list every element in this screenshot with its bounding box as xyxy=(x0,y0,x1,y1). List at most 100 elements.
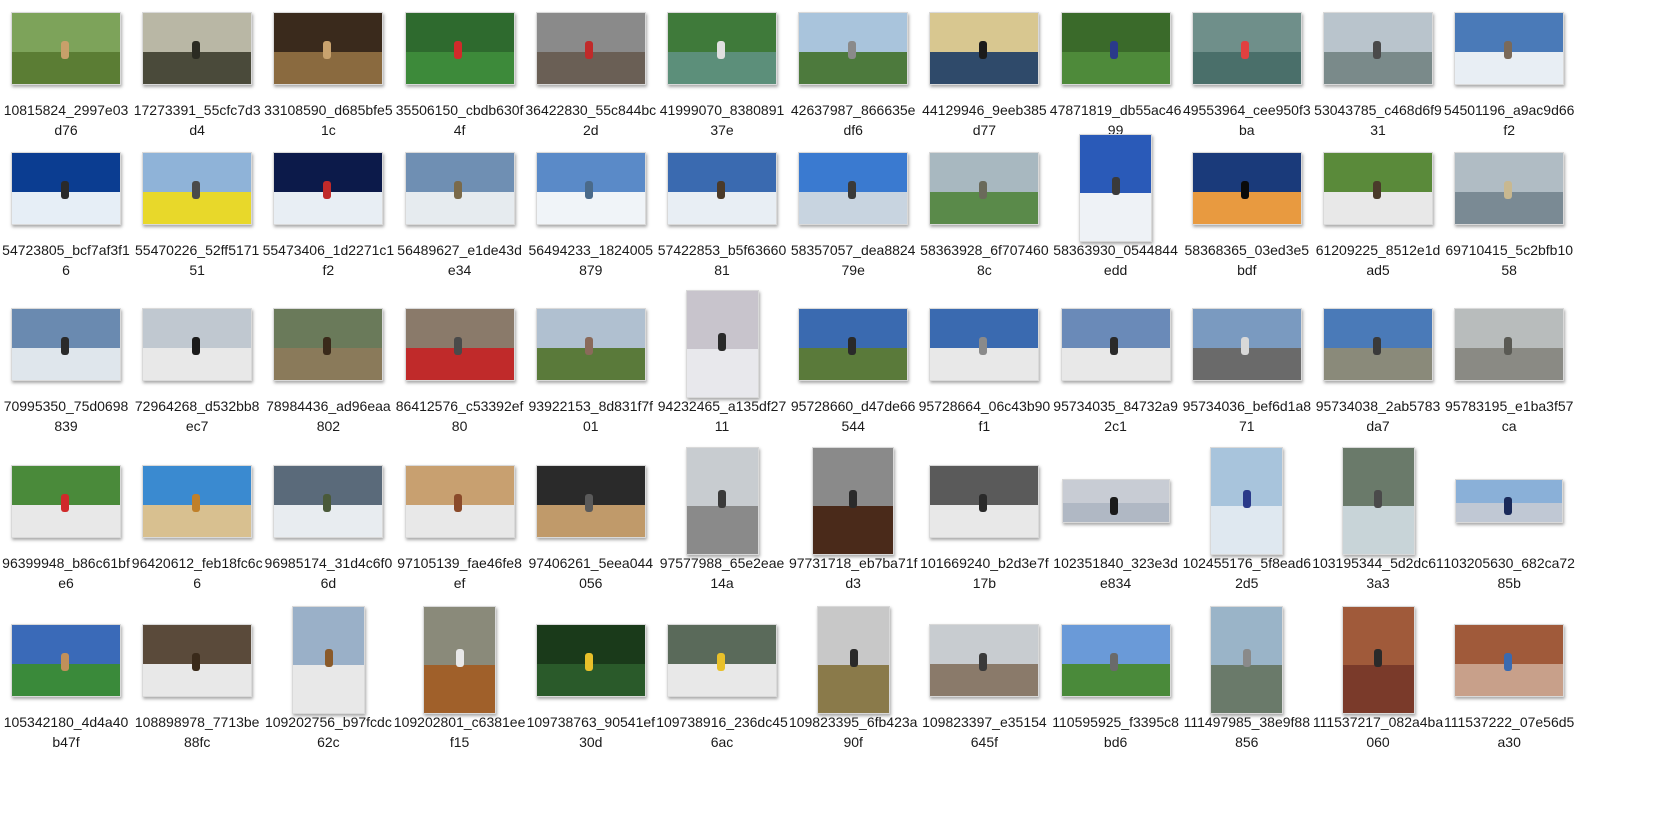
image-thumbnail[interactable] xyxy=(929,464,1040,538)
file-item[interactable]: 103195344_5d2dc613a3 xyxy=(1312,447,1444,613)
file-item[interactable]: 96399948_b86c61bfe6 xyxy=(0,453,132,613)
file-item[interactable]: 33108590_d685bfe51c xyxy=(262,0,394,160)
image-thumbnail[interactable] xyxy=(667,11,777,85)
image-thumbnail[interactable] xyxy=(142,464,253,538)
file-item[interactable]: 108898978_7713be88fc xyxy=(131,612,263,772)
image-thumbnail[interactable] xyxy=(1454,623,1565,697)
image-thumbnail[interactable] xyxy=(535,464,646,538)
file-item[interactable]: 57422853_b5f6366081 xyxy=(656,140,788,300)
file-item[interactable]: 109738916_236dc456ac xyxy=(656,612,788,772)
file-item[interactable]: 109202801_c6381eef15 xyxy=(394,606,526,772)
file-item[interactable]: 56489627_e1de43de34 xyxy=(394,140,526,300)
file-item[interactable]: 109738763_90541ef30d xyxy=(525,612,657,772)
file-item[interactable]: 95728660_d47de66544 xyxy=(787,296,919,456)
image-thumbnail[interactable] xyxy=(929,307,1040,381)
file-item[interactable]: 56494233_1824005879 xyxy=(525,140,657,300)
image-thumbnail[interactable] xyxy=(1454,151,1565,225)
image-thumbnail[interactable] xyxy=(404,464,515,538)
image-thumbnail[interactable] xyxy=(423,606,497,714)
image-thumbnail[interactable] xyxy=(1060,11,1171,85)
file-item[interactable]: 55470226_52ff517151 xyxy=(131,140,263,300)
image-thumbnail[interactable] xyxy=(1060,307,1171,381)
image-thumbnail[interactable] xyxy=(929,11,1040,85)
image-thumbnail[interactable] xyxy=(535,307,646,381)
image-thumbnail[interactable] xyxy=(291,606,365,714)
image-thumbnail[interactable] xyxy=(535,11,646,85)
image-thumbnail[interactable] xyxy=(798,11,909,85)
image-thumbnail[interactable] xyxy=(404,11,515,85)
image-thumbnail[interactable] xyxy=(1341,606,1415,714)
file-item[interactable]: 109202756_b97fcdc62c xyxy=(262,606,394,772)
image-thumbnail[interactable] xyxy=(273,11,384,85)
file-item[interactable]: 41999070_838089137e xyxy=(656,0,788,160)
file-item[interactable]: 86412576_c53392ef80 xyxy=(394,296,526,456)
image-thumbnail[interactable] xyxy=(404,307,515,381)
image-thumbnail[interactable] xyxy=(404,151,515,225)
file-item[interactable]: 49553964_cee950f3ba xyxy=(1181,0,1313,160)
image-thumbnail[interactable] xyxy=(1454,11,1565,85)
file-item[interactable]: 95734035_84732a92c1 xyxy=(1050,296,1182,456)
image-thumbnail[interactable] xyxy=(685,447,759,555)
image-thumbnail[interactable] xyxy=(273,464,384,538)
image-thumbnail[interactable] xyxy=(685,290,759,398)
image-thumbnail[interactable] xyxy=(142,623,253,697)
image-thumbnail[interactable] xyxy=(11,623,121,697)
image-thumbnail[interactable] xyxy=(142,307,253,381)
image-thumbnail[interactable] xyxy=(273,151,384,225)
image-thumbnail[interactable] xyxy=(1323,11,1433,85)
file-item[interactable]: 58363928_6f7074608c xyxy=(918,140,1050,300)
file-item[interactable]: 78984436_ad96eaa802 xyxy=(262,296,394,456)
file-item[interactable]: 96985174_31d4c6f06d xyxy=(262,453,394,613)
image-thumbnail[interactable] xyxy=(535,151,646,225)
file-item[interactable]: 94232465_a135df2711 xyxy=(656,290,788,456)
file-item[interactable]: 105342180_4d4a40b47f xyxy=(0,612,132,772)
file-item[interactable]: 58363930_0544844edd xyxy=(1050,134,1182,300)
file-item[interactable]: 97105139_fae46fe8ef xyxy=(394,453,526,613)
image-thumbnail[interactable] xyxy=(816,606,890,714)
file-item[interactable]: 109823395_6fb423a90f xyxy=(787,606,919,772)
image-thumbnail[interactable] xyxy=(535,623,646,697)
image-thumbnail[interactable] xyxy=(1191,11,1302,85)
file-item[interactable]: 53043785_c468d6f931 xyxy=(1312,0,1444,160)
file-item[interactable]: 95728664_06c43b90f1 xyxy=(918,296,1050,456)
image-thumbnail[interactable] xyxy=(1455,479,1564,523)
image-thumbnail[interactable] xyxy=(142,151,253,225)
image-thumbnail[interactable] xyxy=(798,307,909,381)
file-item[interactable]: 111537222_07e56d5a30 xyxy=(1443,612,1575,772)
image-thumbnail[interactable] xyxy=(929,151,1040,225)
file-item[interactable]: 95783195_e1ba3f57ca xyxy=(1443,296,1575,456)
file-item[interactable]: 96420612_feb18fc6c6 xyxy=(131,453,263,613)
file-item[interactable]: 101669240_b2d3e7f17b xyxy=(918,453,1050,613)
file-item[interactable]: 54501196_a9ac9d66f2 xyxy=(1443,0,1575,160)
image-thumbnail[interactable] xyxy=(798,151,909,225)
image-thumbnail[interactable] xyxy=(1191,307,1302,381)
file-item[interactable]: 44129946_9eeb385d77 xyxy=(918,0,1050,160)
image-thumbnail[interactable] xyxy=(1341,447,1415,555)
image-thumbnail[interactable] xyxy=(11,151,121,225)
file-item[interactable]: 103205630_682ca7285b xyxy=(1443,453,1575,613)
image-thumbnail[interactable] xyxy=(1191,151,1302,225)
file-item[interactable]: 58368365_03ed3e5bdf xyxy=(1181,140,1313,300)
file-item[interactable]: 97577988_65e2eae14a xyxy=(656,447,788,613)
file-item[interactable]: 36422830_55c844bc2d xyxy=(525,0,657,160)
image-thumbnail[interactable] xyxy=(1079,134,1153,242)
image-thumbnail[interactable] xyxy=(11,464,121,538)
file-item[interactable]: 54723805_bcf7af3f16 xyxy=(0,140,132,300)
image-thumbnail[interactable] xyxy=(1454,307,1565,381)
file-item[interactable]: 10815824_2997e03d76 xyxy=(0,0,132,160)
file-item[interactable]: 72964268_d532bb8ec7 xyxy=(131,296,263,456)
image-thumbnail[interactable] xyxy=(1210,447,1284,555)
file-item[interactable]: 35506150_cbdb630f4f xyxy=(394,0,526,160)
file-item[interactable]: 110595925_f3395c8bd6 xyxy=(1050,612,1182,772)
image-thumbnail[interactable] xyxy=(1210,606,1284,714)
file-item[interactable]: 97731718_eb7ba71fd3 xyxy=(787,447,919,613)
file-item[interactable]: 95734036_bef6d1a871 xyxy=(1181,296,1313,456)
image-thumbnail[interactable] xyxy=(1323,307,1433,381)
image-thumbnail[interactable] xyxy=(929,623,1040,697)
image-thumbnail[interactable] xyxy=(1323,151,1433,225)
file-item[interactable]: 95734038_2ab5783da7 xyxy=(1312,296,1444,456)
image-thumbnail[interactable] xyxy=(812,447,895,555)
image-thumbnail[interactable] xyxy=(273,307,384,381)
image-thumbnail[interactable] xyxy=(11,307,121,381)
image-thumbnail[interactable] xyxy=(1060,623,1171,697)
